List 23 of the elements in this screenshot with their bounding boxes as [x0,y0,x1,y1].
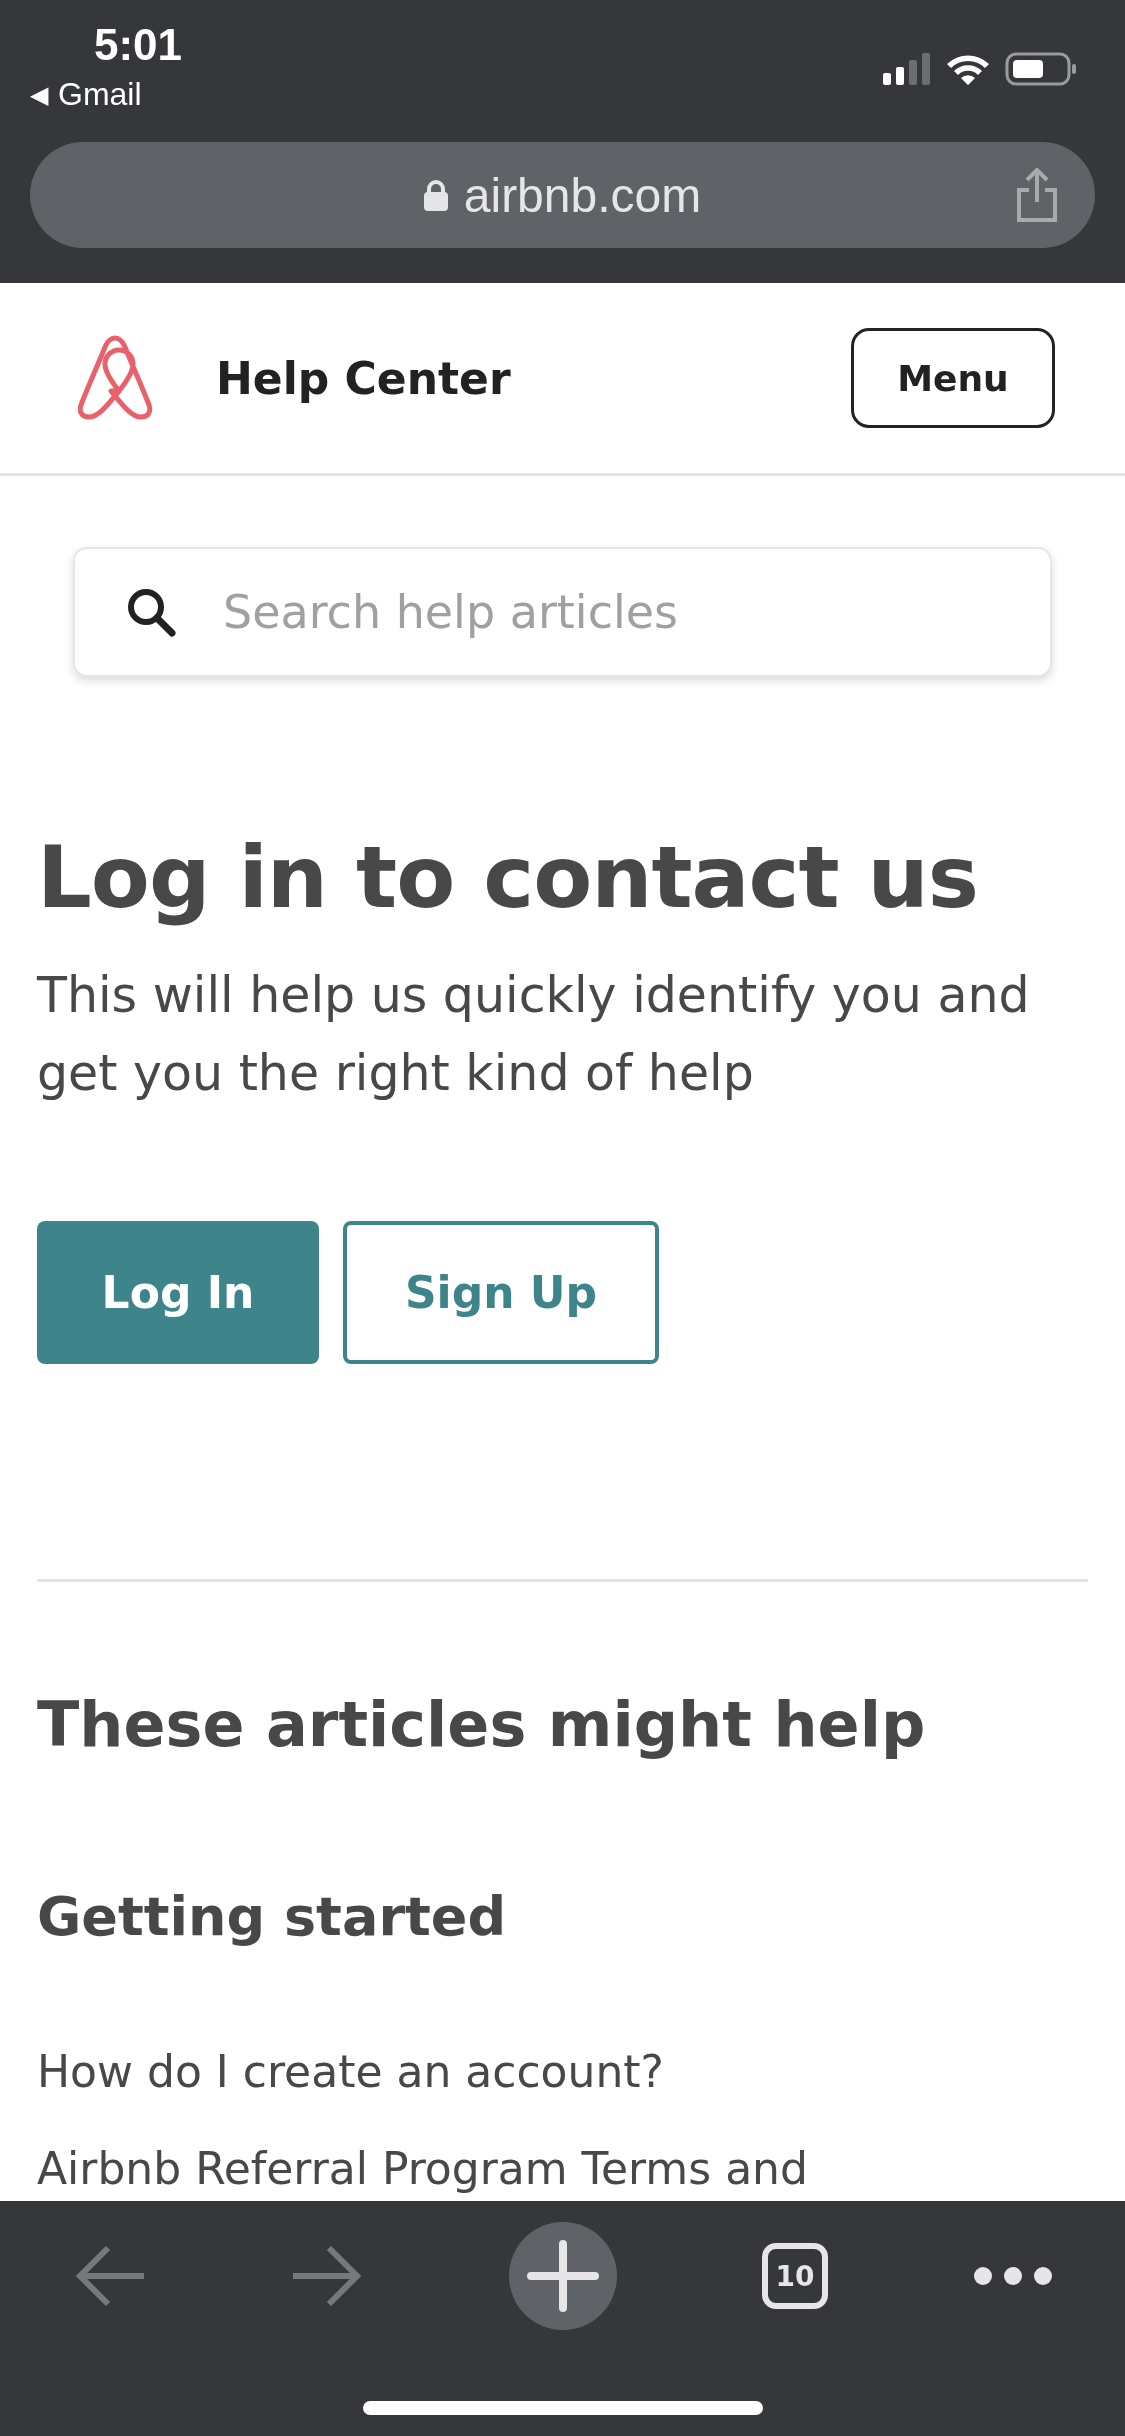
back-arrow-icon[interactable]: ◀ [30,80,48,109]
back-app-link[interactable]: Gmail [58,76,142,113]
article-link[interactable]: Airbnb Referral Program Terms and [37,2143,1088,2194]
sign-up-button[interactable]: Sign Up [343,1221,659,1364]
address-bar[interactable]: airbnb.com [30,142,1095,248]
section-heading: These articles might help [37,1688,927,1761]
wifi-icon [945,52,991,86]
battery-icon [1005,52,1077,86]
article-link[interactable]: How do I create an account? [37,2046,1088,2097]
search-field[interactable]: Search help articles [73,547,1052,677]
tab-count-button[interactable]: 10 [762,2243,829,2309]
lock-icon [423,179,448,211]
status-time: 5:01 [94,20,183,70]
signal-icon [883,53,931,85]
log-in-button[interactable]: Log In [37,1221,319,1364]
description-text: This will help us quickly identify you and get you the right kind of help [37,966,1031,1104]
more-icon[interactable] [972,2266,1053,2286]
search-icon [125,586,177,638]
page-title: Help Center [216,352,512,404]
share-icon[interactable] [1015,168,1059,222]
category-heading: Getting started [37,1885,508,1948]
section-heading: Log in to contact us [37,827,980,927]
menu-button[interactable]: Menu [851,328,1055,428]
